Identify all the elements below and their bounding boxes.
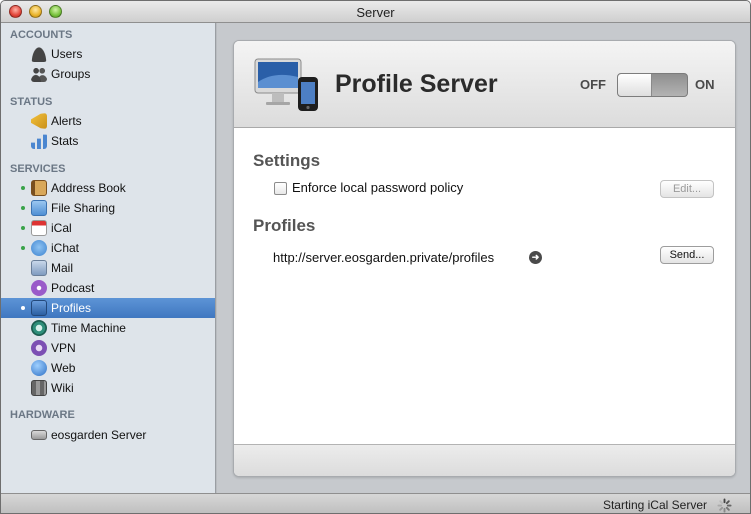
sidebar-item-file-sharing[interactable]: File Sharing <box>1 198 215 218</box>
vpn-icon <box>31 340 47 356</box>
title-bar: Server <box>1 1 750 23</box>
profiles-url: http://server.eosgarden.private/profiles <box>273 250 495 265</box>
window-title: Server <box>356 5 395 20</box>
sidebar-item-podcast[interactable]: Podcast <box>1 278 215 298</box>
panel-title: Profile Server <box>335 70 498 98</box>
profile-icon <box>31 300 47 316</box>
folder-icon <box>31 200 47 216</box>
user-icon <box>31 46 47 62</box>
address-book-icon <box>31 180 47 196</box>
megaphone-icon <box>31 113 47 129</box>
sidebar-item-label: Time Machine <box>51 321 126 335</box>
sidebar-item-profiles[interactable]: Profiles <box>1 298 215 318</box>
go-arrow-icon[interactable]: ➜ <box>529 251 542 264</box>
send-button[interactable]: Send... <box>660 246 714 264</box>
time-machine-icon <box>31 320 47 336</box>
podcast-icon <box>31 280 47 296</box>
sidebar-item-label: Stats <box>51 134 79 148</box>
status-bar: Starting iCal Server <box>1 493 750 513</box>
edit-button[interactable]: Edit... <box>660 180 714 198</box>
settings-heading: Settings <box>253 151 321 170</box>
toggle-on-label: ON <box>695 77 715 92</box>
sidebar-item-label: Web <box>51 361 76 375</box>
sidebar-section-status: STATUS <box>10 96 53 108</box>
sidebar-item-label: Address Book <box>51 181 126 195</box>
sidebar-item-users[interactable]: Users <box>1 44 215 64</box>
toggle-knob[interactable] <box>618 74 652 96</box>
sidebar-item-label: eosgarden Server <box>51 428 147 442</box>
sidebar-section-services: SERVICES <box>10 163 66 175</box>
running-status-dot <box>21 206 25 210</box>
group-icon <box>31 66 47 82</box>
running-status-dot <box>21 226 25 230</box>
service-toggle[interactable] <box>617 73 688 97</box>
sidebar-item-label: iChat <box>51 241 80 255</box>
chat-bubble-icon <box>31 240 47 256</box>
mail-icon <box>31 260 47 276</box>
main-area: Profile Server OFF ON Settings Enforce l… <box>217 23 750 493</box>
server-window: Server ACCOUNTS Users Groups STATUS Alerts St… <box>0 0 751 514</box>
profile-server-panel: Profile Server OFF ON Settings Enforce l… <box>233 40 736 477</box>
sidebar-item-time-machine[interactable]: Time Machine <box>1 318 215 338</box>
sidebar-item-wiki[interactable]: Wiki <box>1 378 215 398</box>
sidebar-item-label: Podcast <box>51 281 95 295</box>
sidebar-item-label: Groups <box>51 67 91 81</box>
sidebar-item-mail[interactable]: Mail <box>1 258 215 278</box>
panel-footer <box>234 444 735 476</box>
enforce-password-checkbox[interactable] <box>274 182 287 195</box>
sidebar-item-address-book[interactable]: Address Book <box>1 178 215 198</box>
sidebar-item-label: Users <box>51 47 83 61</box>
sidebar-item-label: Mail <box>51 261 74 275</box>
enforce-password-label[interactable]: Enforce local password policy <box>292 180 463 195</box>
sidebar-section-hardware: HARDWARE <box>10 409 75 421</box>
sidebar-item-stats[interactable]: Stats <box>1 131 215 151</box>
sidebar-item-alerts[interactable]: Alerts <box>1 111 215 131</box>
running-status-dot <box>21 186 25 190</box>
running-status-dot <box>21 306 25 310</box>
sidebar-item-web[interactable]: Web <box>1 358 215 378</box>
mac-mini-icon <box>31 430 47 440</box>
sidebar-item-label: VPN <box>51 341 76 355</box>
sidebar-item-vpn[interactable]: VPN <box>1 338 215 358</box>
spinner-icon <box>717 498 732 513</box>
toggle-off-label: OFF <box>580 77 606 92</box>
wiki-icon <box>31 380 47 396</box>
sidebar: ACCOUNTS Users Groups STATUS Alerts Stats SERV… <box>1 23 216 493</box>
globe-icon <box>31 360 47 376</box>
sidebar-item-groups[interactable]: Groups <box>1 64 215 84</box>
sidebar-item-label: iCal <box>51 221 72 235</box>
running-status-dot <box>21 246 25 250</box>
sidebar-item-ichat[interactable]: iChat <box>1 238 215 258</box>
sidebar-item-label: Alerts <box>51 114 82 128</box>
devices-icon <box>254 58 318 111</box>
sidebar-item-label: Wiki <box>51 381 74 395</box>
panel-header: Profile Server OFF ON <box>234 41 735 128</box>
bar-chart-icon <box>31 134 47 149</box>
sidebar-item-label: Profiles <box>51 301 92 315</box>
profiles-heading: Profiles <box>253 216 316 235</box>
sidebar-section-accounts: ACCOUNTS <box>10 29 73 41</box>
status-text: Starting iCal Server <box>602 498 707 512</box>
sidebar-item-eosgarden-server[interactable]: eosgarden Server <box>1 425 215 445</box>
sidebar-item-label: File Sharing <box>51 201 116 215</box>
sidebar-item-ical[interactable]: iCal <box>1 218 215 238</box>
calendar-icon <box>31 220 47 236</box>
